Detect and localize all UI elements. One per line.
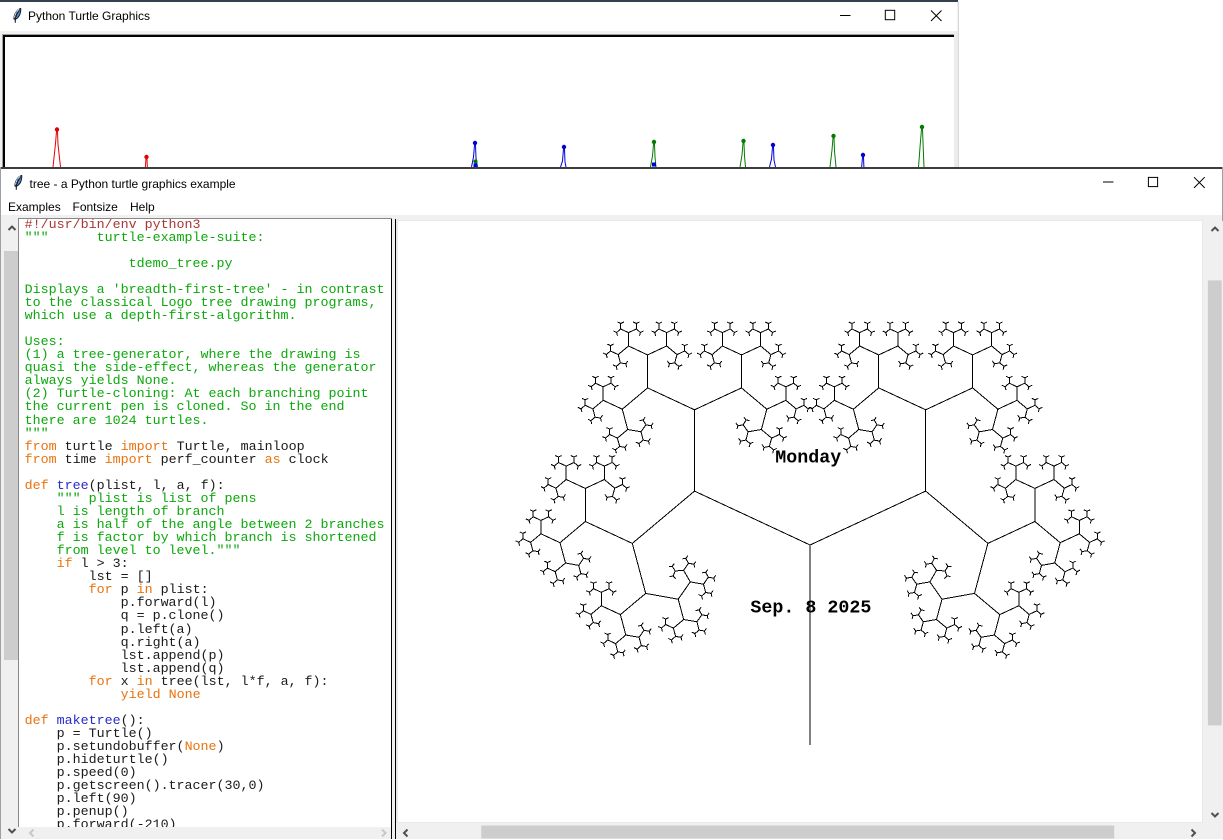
svg-text:Sep. 8 2025: Sep. 8 2025	[751, 598, 872, 619]
svg-text:Monday: Monday	[776, 447, 842, 468]
